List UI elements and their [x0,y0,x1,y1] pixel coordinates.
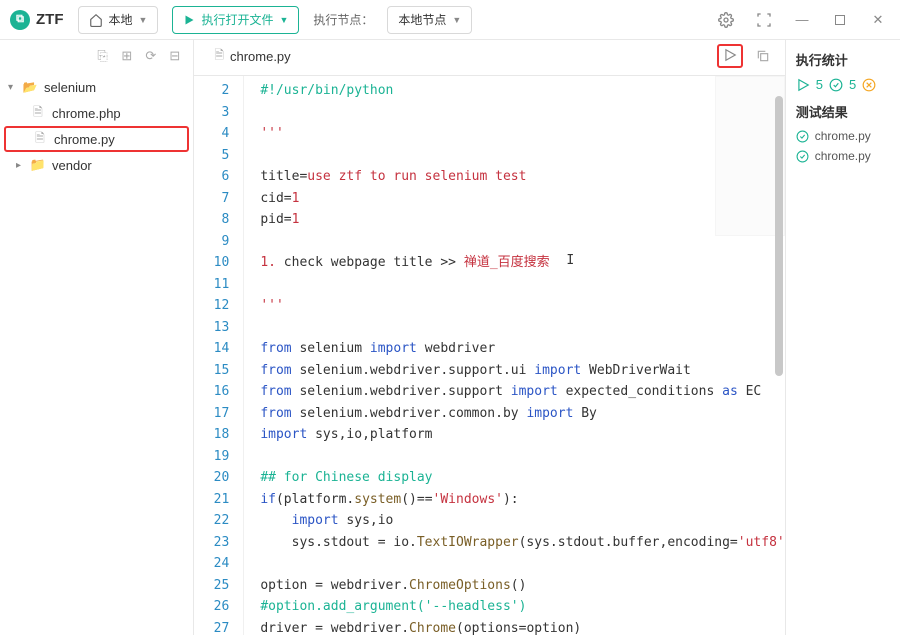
play-icon [796,78,810,92]
gear-icon [718,12,734,28]
file-icon: 🗎 [32,129,48,150]
toolbar: ⧉ ZTF 本地 ▼ 执行打开文件 ▼ 执行节点： 本地节点 ▼ — ✕ [0,0,900,40]
exec-stats: 5 5 [796,77,890,92]
refresh-icon[interactable]: ⟳ [145,48,159,62]
editor-tabs: 🗎 chrome.py [194,40,784,76]
text-cursor: 𝙸 [566,253,568,271]
logo-icon: ⧉ [10,10,30,30]
new-file-icon[interactable]: ⎘ [97,48,111,62]
collapse-icon[interactable]: ⊟ [169,48,183,62]
editor-tab-actions [717,44,775,68]
run-open-file-button[interactable]: 执行打开文件 ▼ [172,6,299,34]
folder-open-icon: 📂 [22,80,38,94]
run-open-file-label: 执行打开文件 [201,11,273,28]
main: ⎘ ⊞ ⟳ ⊟ ▾ 📂 selenium 🗎 chrome.php 🗎 chro… [0,40,900,635]
minimize-icon: — [796,12,809,27]
chevron-down-icon: ▼ [452,15,461,25]
tree-item-chrome-php[interactable]: 🗎 chrome.php [0,100,193,126]
chevron-down-icon: ▼ [139,15,148,25]
run-button[interactable] [717,44,743,68]
logo-text: ZTF [36,11,64,28]
tree-root[interactable]: ▾ 📂 selenium [0,74,193,100]
result-label: chrome.py [815,149,871,163]
close-button[interactable]: ✕ [866,8,890,32]
run-count: 5 [816,77,823,92]
right-panel: 执行统计 5 5 测试结果 chrome.py chrome.py [785,40,900,635]
tree-root-label: selenium [44,80,96,95]
close-icon: ✕ [873,12,884,28]
file-icon: 🗎 [214,46,224,67]
tree-item-chrome-py[interactable]: 🗎 chrome.py [4,126,189,152]
local-button[interactable]: 本地 ▼ [78,6,159,34]
editor-area: 🗎 chrome.py 2345678910111213141516171819… [194,40,784,635]
check-circle-icon [829,78,843,92]
chevron-down-icon: ▾ [8,82,22,93]
scrollbar-thumb[interactable] [775,96,783,376]
square-icon [834,14,846,26]
scrollbar-vertical[interactable] [773,76,785,635]
exec-node-value: 本地节点 [398,11,446,28]
minimize-button[interactable]: — [790,8,814,32]
pass-count: 5 [849,77,856,92]
result-label: chrome.py [815,129,871,143]
code-lines[interactable]: #!/usr/bin/python ''' title=use ztf to r… [244,76,784,635]
exec-node-select[interactable]: 本地节点 ▼ [387,6,472,34]
local-button-label: 本地 [109,11,133,28]
app-logo: ⧉ ZTF [10,10,64,30]
sidebar-actions: ⎘ ⊞ ⟳ ⊟ [0,40,193,70]
settings-button[interactable] [714,8,738,32]
maximize-button[interactable] [828,8,852,32]
test-results-title: 测试结果 [796,102,890,121]
check-circle-icon [796,150,809,163]
result-item[interactable]: chrome.py [796,129,890,143]
play-icon [723,48,737,62]
copy-icon [756,49,770,63]
tab-chrome-py[interactable]: 🗎 chrome.py [202,40,302,76]
home-icon [89,13,103,27]
chevron-down-icon: ▼ [279,15,288,25]
file-tree: ▾ 📂 selenium 🗎 chrome.php 🗎 chrome.py ▸ … [0,70,193,635]
tab-label: chrome.py [230,49,291,64]
play-icon [183,14,195,26]
file-icon: 🗎 [30,103,46,124]
exec-stats-title: 执行统计 [796,50,890,69]
new-folder-icon[interactable]: ⊞ [121,48,135,62]
exec-node-label: 执行节点： [313,11,373,28]
fullscreen-button[interactable] [752,8,776,32]
tree-item-label: vendor [52,158,92,173]
sidebar: ⎘ ⊞ ⟳ ⊟ ▾ 📂 selenium 🗎 chrome.php 🗎 chro… [0,40,194,635]
warning-icon [862,78,876,92]
folder-icon: 📁 [30,157,46,173]
chevron-right-icon: ▸ [16,160,30,171]
fullscreen-icon [756,12,772,28]
tree-item-vendor[interactable]: ▸ 📁 vendor [0,152,193,178]
tree-item-label: chrome.php [52,106,121,121]
tree-item-label: chrome.py [54,132,115,147]
code-editor[interactable]: 2345678910111213141516171819202122232425… [194,76,784,635]
copy-button[interactable] [751,44,775,68]
check-circle-icon [796,130,809,143]
result-item[interactable]: chrome.py [796,149,890,163]
line-gutter: 2345678910111213141516171819202122232425… [194,76,244,635]
